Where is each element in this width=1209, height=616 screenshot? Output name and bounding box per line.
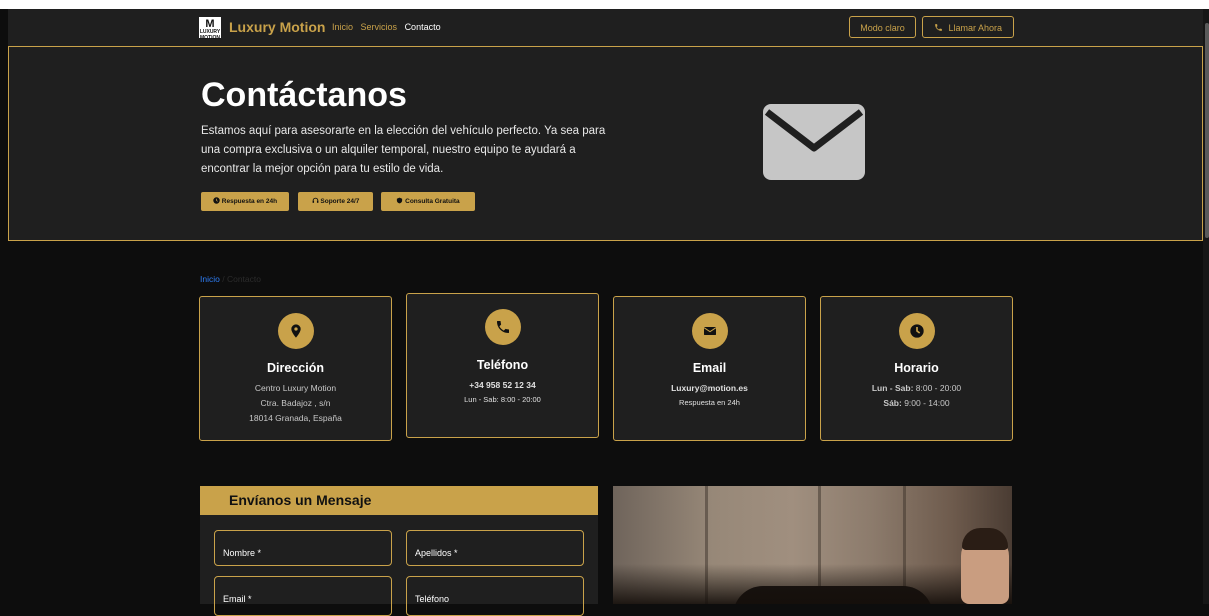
apellidos-field[interactable]: Apellidos * (406, 530, 584, 566)
schedule-saturday: Sáb: 9:00 - 14:00 (821, 398, 1012, 408)
brand-logo[interactable]: M LUXURY MOTION (199, 17, 221, 41)
card-title: Horario (894, 361, 939, 375)
hero-section: Contáctanos Estamos aquí para asesorarte… (8, 46, 1203, 241)
breadcrumb-home-link[interactable]: Inicio (200, 274, 220, 284)
nombre-label: Nombre * (223, 548, 262, 558)
badge-label: Respuesta en 24h (221, 198, 278, 205)
address-line-3: 18014 Granada, España (249, 413, 342, 423)
nav-link-inicio[interactable]: Inicio (332, 22, 353, 32)
schedule-weekdays-hours: 8:00 - 20:00 (915, 383, 962, 393)
navbar: M LUXURY MOTION Luxury Motion Inicio Servi… (8, 9, 1203, 46)
address-line-2: Ctra. Badajoz , s/n (260, 398, 331, 408)
phone-icon (484, 309, 521, 345)
badge-free-consultation: Consulta Gratuita (381, 192, 475, 211)
clock-icon (213, 197, 220, 204)
brand-name[interactable]: Luxury Motion (229, 19, 325, 35)
nav-link-contacto[interactable]: Contacto (405, 22, 441, 32)
browser-top-strip (0, 0, 1209, 9)
theme-toggle-button[interactable]: Modo claro (849, 16, 916, 38)
breadcrumb: Inicio / Contacto (200, 274, 261, 284)
badge-label: Soporte 24/7 (320, 198, 360, 205)
telefono-field[interactable]: Teléfono (406, 576, 584, 616)
form-header: Envíanos un Mensaje (200, 486, 598, 515)
contact-form-panel: Envíanos un Mensaje Nombre * Apellidos *… (200, 486, 598, 616)
nav-link-servicios[interactable]: Servicios (361, 22, 398, 32)
phone-hours: Lun - Sab: 8:00 - 20:00 (464, 395, 541, 404)
phone-icon (935, 24, 942, 31)
contact-card-address: Dirección Centro Luxury Motion Ctra. Bad… (199, 296, 392, 441)
badge-label: Consulta Gratuita (405, 198, 460, 205)
badge-support-24-7: Soporte 24/7 (298, 192, 373, 211)
page-title: Contáctanos (201, 76, 407, 114)
badge-response-24h: Respuesta en 24h (201, 192, 289, 211)
schedule-weekdays-label: Lun - Sab: (871, 383, 914, 393)
card-title: Teléfono (476, 358, 529, 372)
map-pin-icon (277, 313, 314, 349)
apellidos-label: Apellidos * (415, 548, 458, 558)
schedule-weekdays: Lun - Sab: 8:00 - 20:00 (821, 383, 1012, 393)
scrollbar[interactable] (1203, 9, 1209, 604)
call-now-label: Llamar Ahora (948, 23, 1003, 33)
schedule-saturday-hours: 9:00 - 14:00 (904, 398, 950, 408)
card-title: Email (692, 361, 727, 375)
schedule-saturday-label: Sáb: (883, 398, 902, 408)
email-label: Email * (223, 594, 252, 604)
address-line-1: Centro Luxury Motion (254, 383, 337, 393)
card-title: Dirección (267, 361, 324, 375)
form-title: Envíanos un Mensaje (229, 492, 372, 508)
contact-card-schedule: Horario Lun - Sab: 8:00 - 20:00 Sáb: 9:0… (820, 296, 1013, 441)
email-note: Respuesta en 24h (679, 398, 740, 407)
nav-links: Inicio Servicios Contacto (332, 22, 446, 32)
envelope-icon (691, 313, 728, 349)
theme-toggle-label: Modo claro (860, 23, 905, 33)
envelope-icon (763, 104, 865, 180)
hero-description: Estamos aquí para asesorarte en la elecc… (201, 125, 606, 175)
email-field[interactable]: Email * (214, 576, 392, 616)
breadcrumb-current: Contacto (226, 274, 261, 284)
call-now-button[interactable]: Llamar Ahora (922, 16, 1014, 38)
scrollbar-thumb[interactable] (1205, 23, 1209, 238)
contact-card-phone[interactable]: Teléfono +34 958 52 12 34 Lun - Sab: 8:0… (406, 293, 599, 438)
shield-icon (397, 197, 403, 204)
telefono-label: Teléfono (415, 594, 450, 604)
showroom-photo (613, 486, 1012, 604)
person-hair (962, 528, 1008, 550)
phone-number[interactable]: +34 958 52 12 34 (407, 380, 598, 390)
contact-card-email[interactable]: Email Luxury@motion.es Respuesta en 24h (613, 296, 806, 441)
breadcrumb-separator: / (222, 274, 225, 284)
email-address[interactable]: Luxury@motion.es (614, 383, 805, 393)
nombre-field[interactable]: Nombre * (214, 530, 392, 566)
headset-icon (312, 197, 318, 203)
clock-icon (898, 313, 935, 349)
